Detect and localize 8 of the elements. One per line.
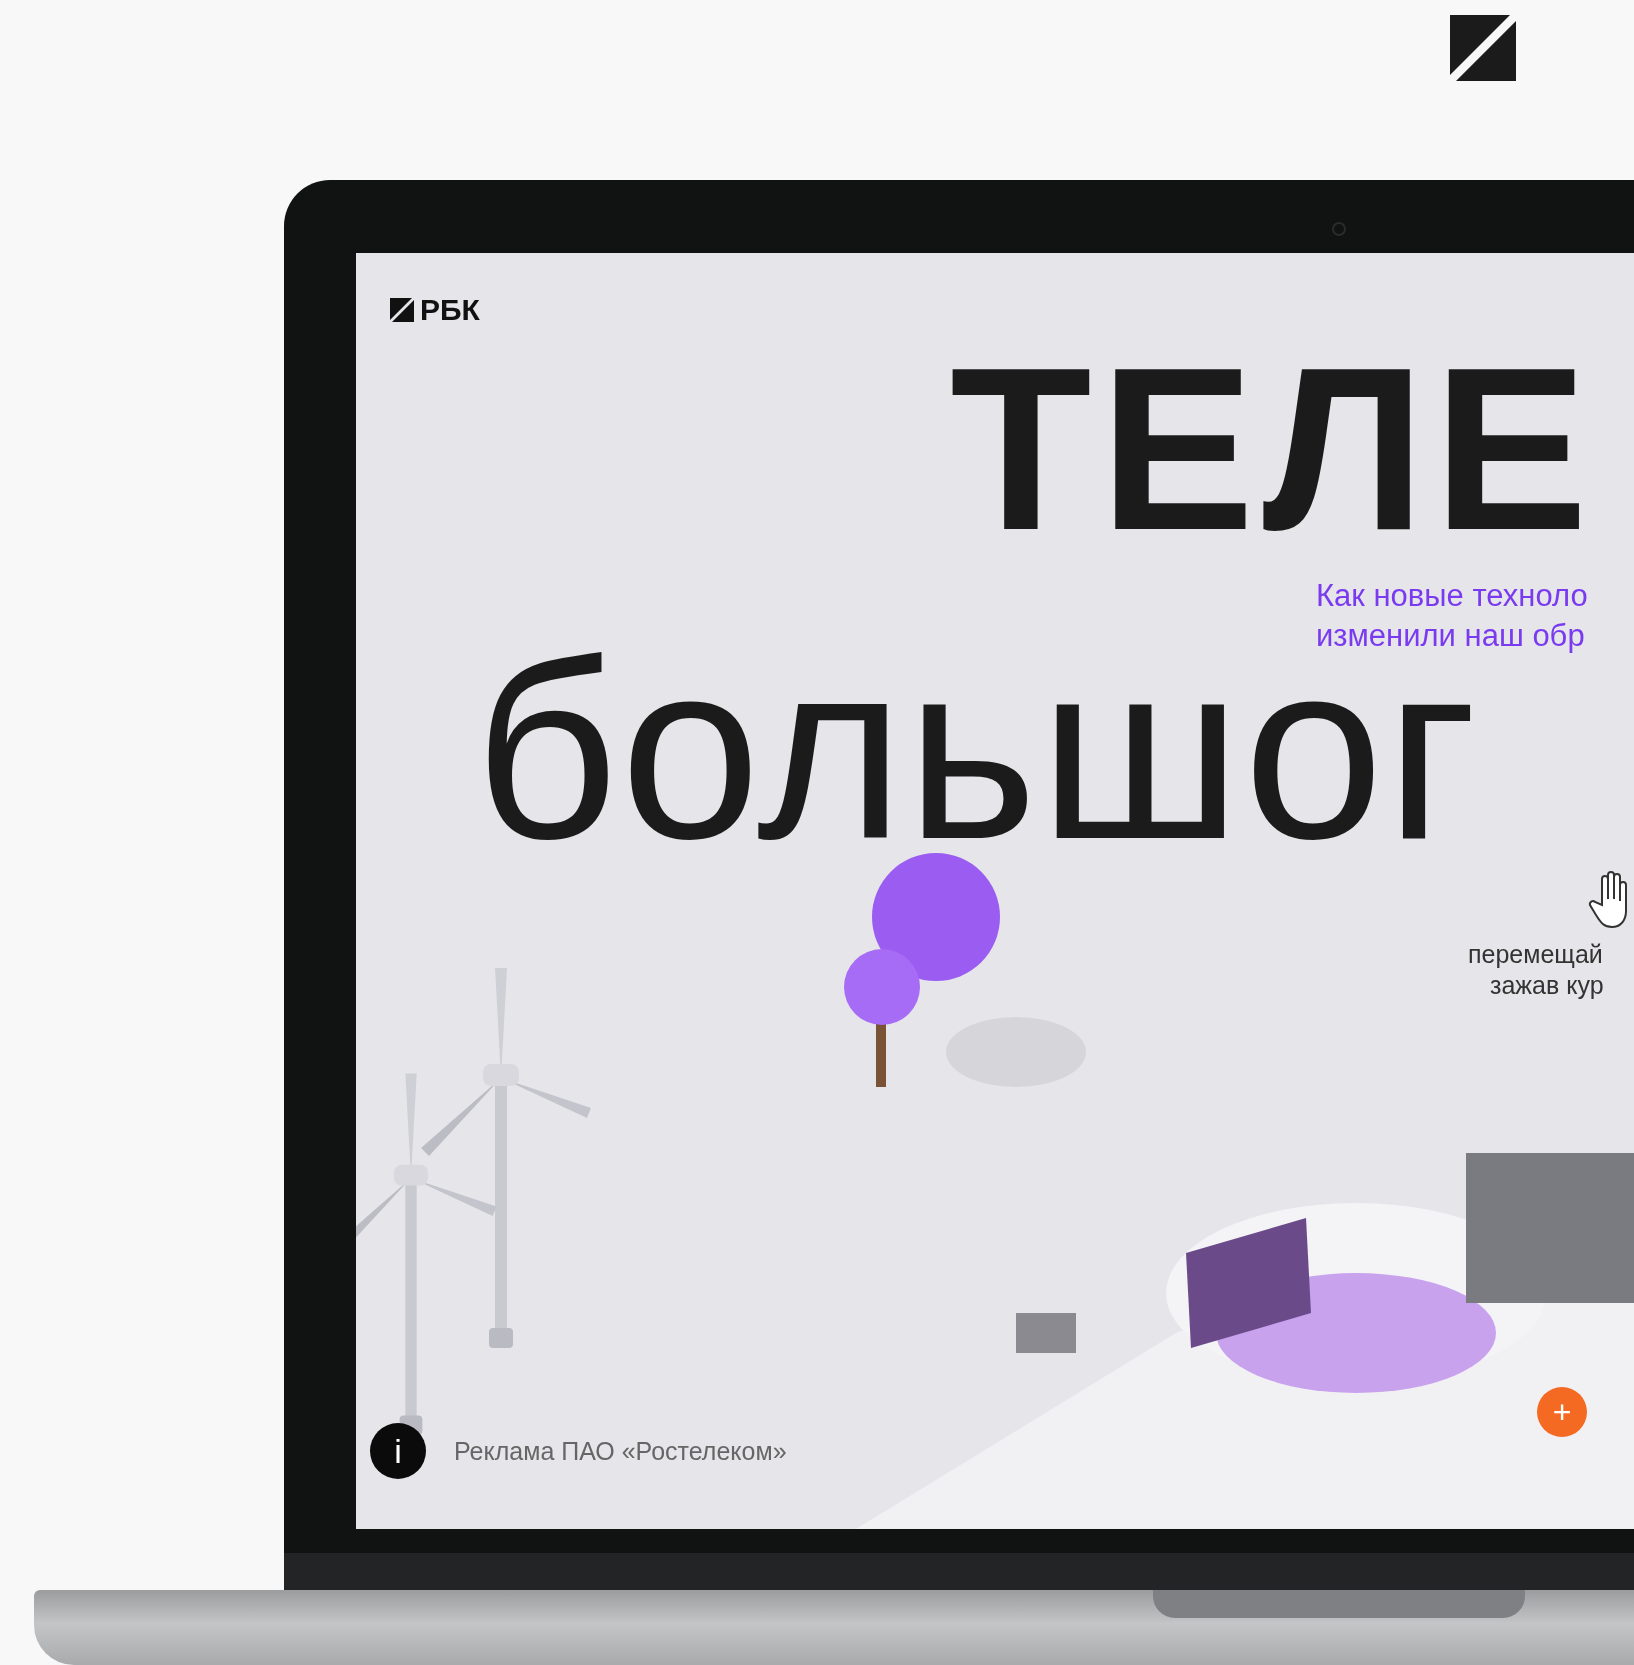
hint-text: перемещай зажав кур	[1468, 939, 1604, 1002]
ad-label: Реклама ПАО «Ростелеком»	[454, 1436, 787, 1466]
logo-icon	[1450, 15, 1516, 81]
logo-icon	[390, 298, 414, 322]
logo-text: РБК	[420, 293, 480, 327]
headline: ТЕЛЕ	[950, 345, 1597, 554]
camera-icon	[1332, 222, 1346, 236]
info-button[interactable]: i	[370, 1423, 426, 1479]
